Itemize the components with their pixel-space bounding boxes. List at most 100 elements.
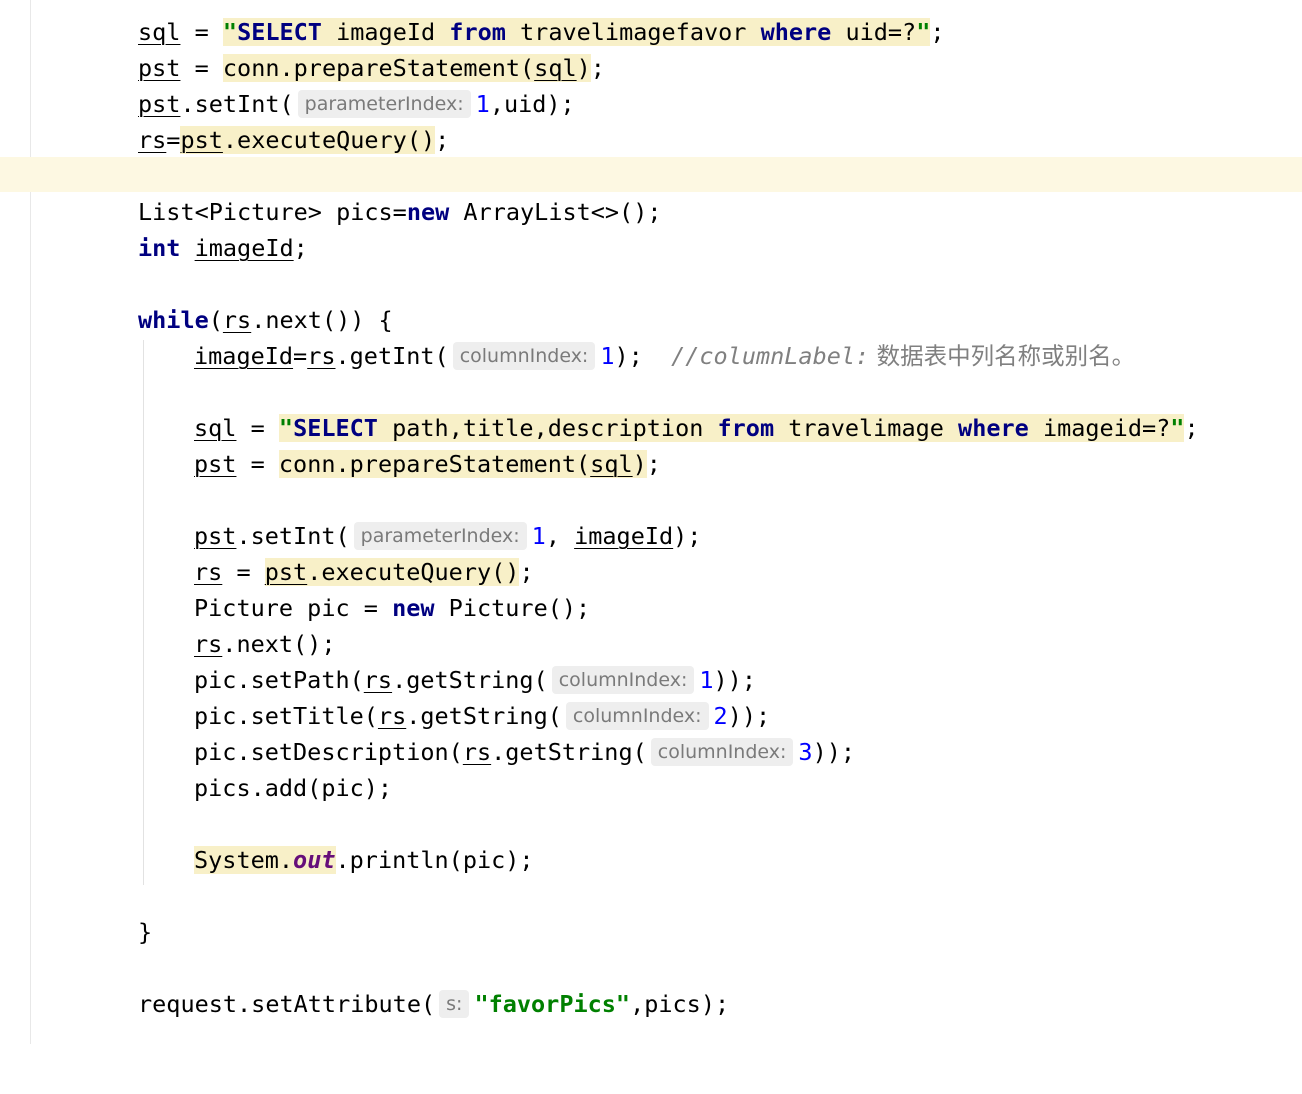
keyword-new: new	[392, 594, 435, 622]
highlighted-expression: System.out	[194, 846, 336, 874]
code-text: ,uid);	[489, 90, 575, 118]
number-literal: 1	[475, 90, 490, 118]
variable-rs: rs	[363, 666, 393, 694]
code-line-empty[interactable]	[0, 482, 1302, 518]
code-line[interactable]: }	[0, 914, 1302, 950]
semicolon: ;	[435, 126, 450, 154]
code-text: pics.add(pic);	[194, 774, 393, 802]
operator: =	[236, 414, 279, 442]
code-line-empty[interactable]	[0, 266, 1302, 302]
code-line[interactable]: List<Picture> pics=new ArrayList<>();	[0, 194, 1302, 230]
number-literal: 1	[699, 666, 714, 694]
code-text: request.setAttribute(	[138, 990, 436, 1018]
code-line-empty[interactable]	[0, 950, 1302, 986]
method-call: .setInt(	[180, 90, 294, 118]
code-line[interactable]: pst.setInt(parameterIndex: 1, imageId);	[0, 518, 1302, 554]
parameter-hint: columnIndex:	[551, 666, 695, 694]
code-line[interactable]: Picture pic = new Picture();	[0, 590, 1302, 626]
keyword-while: while	[138, 306, 209, 334]
code-text: Picture();	[434, 594, 591, 622]
highlighted-expression: conn.prepareStatement(sql)	[222, 54, 591, 82]
code-text: .next()) {	[251, 306, 393, 334]
code-line[interactable]: pic.setPath(rs.getString(columnIndex: 1))…	[0, 662, 1302, 698]
highlighted-expression: pst.executeQuery()	[180, 126, 436, 154]
variable-imageId: imageId	[194, 234, 294, 262]
code-line[interactable]: pst = conn.prepareStatement(sql);	[0, 446, 1302, 482]
semicolon: ;	[646, 450, 661, 478]
code-text: pic.setTitle(	[194, 702, 378, 730]
string-literal: "favorPics"	[474, 990, 631, 1018]
code-line[interactable]: sql = "SELECT path,title,description fro…	[0, 410, 1302, 446]
variable-imageId: imageId	[574, 522, 674, 550]
code-line[interactable]: rs = pst.executeQuery();	[0, 554, 1302, 590]
variable-sql: sql	[194, 414, 237, 442]
code-line[interactable]: pic.setTitle(rs.getString(columnIndex: 2)…	[0, 698, 1302, 734]
semicolon: ;	[590, 54, 605, 82]
operator: =	[180, 18, 223, 46]
code-text: pic.setPath(	[194, 666, 364, 694]
closing-brace: }	[138, 918, 153, 946]
variable-rs: rs	[377, 702, 407, 730]
variable-pst: pst	[138, 90, 181, 118]
code-line[interactable]: rs=pst.executeQuery();	[0, 122, 1302, 158]
operator: =	[236, 450, 279, 478]
highlighted-expression: pst.executeQuery()	[264, 558, 520, 586]
code-line-empty[interactable]	[0, 158, 1302, 194]
code-line[interactable]: pst.setInt(parameterIndex: 1,uid);	[0, 86, 1302, 122]
variable-sql: sql	[138, 18, 181, 46]
parameter-hint: columnIndex:	[565, 702, 709, 730]
variable-pst: pst	[194, 450, 237, 478]
code-line-empty[interactable]	[0, 878, 1302, 914]
code-text: .println(pic);	[335, 846, 534, 874]
method-call: .setInt(	[236, 522, 350, 550]
code-line[interactable]: rs.next();	[0, 626, 1302, 662]
operator: =	[166, 126, 181, 154]
variable-rs: rs	[222, 306, 252, 334]
code-text: pic.setDescription(	[194, 738, 463, 766]
highlighted-expression: conn.prepareStatement(sql)	[278, 450, 647, 478]
code-line[interactable]: pics.add(pic);	[0, 770, 1302, 806]
variable-imageId: imageId	[194, 342, 294, 370]
line-comment: //columnLabel: 数据表中列名称或别名。	[671, 342, 1136, 370]
variable-rs: rs	[194, 630, 223, 658]
parameter-hint: columnIndex:	[452, 342, 596, 370]
code-line[interactable]: sql = "SELECT imageId from travelimagefa…	[0, 14, 1302, 50]
semicolon: ;	[519, 558, 534, 586]
sql-string-literal: "SELECT imageId from travelimagefavor wh…	[222, 18, 931, 46]
parameter-hint: parameterIndex:	[297, 90, 471, 118]
variable-pst: pst	[138, 54, 181, 82]
semicolon: ;	[1184, 414, 1199, 442]
keyword-new: new	[406, 198, 450, 226]
keyword-int: int	[138, 234, 181, 262]
code-line[interactable]: System.out.println(pic);	[0, 842, 1302, 878]
number-literal: 3	[798, 738, 813, 766]
code-line[interactable]: imageId=rs.getInt(columnIndex: 1); //colu…	[0, 338, 1302, 374]
code-line[interactable]: pst = conn.prepareStatement(sql);	[0, 50, 1302, 86]
static-field-out: out	[293, 846, 336, 874]
code-text: .next();	[222, 630, 336, 658]
number-literal: 1	[531, 522, 546, 550]
code-line[interactable]: request.setAttribute(s: "favorPics",pics)…	[0, 986, 1302, 1022]
variable-rs: rs	[462, 738, 492, 766]
parameter-hint: columnIndex:	[650, 738, 794, 766]
method-call: .getInt(	[335, 342, 449, 370]
semicolon: ;	[930, 18, 945, 46]
code-line-empty[interactable]	[0, 806, 1302, 842]
code-line-empty[interactable]	[0, 374, 1302, 410]
variable-rs: rs	[138, 126, 167, 154]
operator: =	[180, 54, 223, 82]
code-line[interactable]: pic.setDescription(rs.getString(columnIn…	[0, 734, 1302, 770]
number-literal: 2	[713, 702, 728, 730]
operator: =	[222, 558, 265, 586]
code-editor[interactable]: sql = "SELECT imageId from travelimagefa…	[0, 14, 1302, 1022]
code-text: List<Picture> pics=	[138, 198, 407, 226]
code-line[interactable]: while(rs.next()) {	[0, 302, 1302, 338]
variable-rs: rs	[307, 342, 336, 370]
variable-rs: rs	[194, 558, 223, 586]
semicolon: ;	[293, 234, 308, 262]
code-line[interactable]: int imageId;	[0, 230, 1302, 266]
variable-pst: pst	[194, 522, 237, 550]
number-literal: 1	[600, 342, 615, 370]
parameter-hint: s:	[439, 990, 470, 1018]
sql-string-literal: "SELECT path,title,description from trav…	[278, 414, 1185, 442]
